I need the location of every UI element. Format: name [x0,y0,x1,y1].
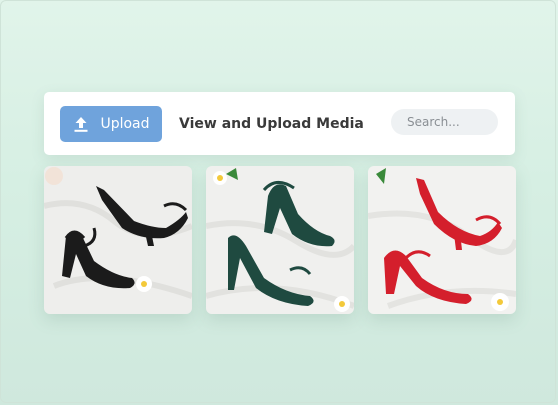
media-thumbnail-red-sandals[interactable] [368,166,516,314]
upload-button-label: Upload [100,115,150,132]
page-title: View and Upload Media [179,115,364,132]
upload-button[interactable]: Upload [60,105,162,142]
media-toolbar: Upload View and Upload Media Search... [44,92,515,155]
black-sandals-image [44,166,192,314]
green-sandals-image [206,166,354,314]
media-thumbnail-black-sandals[interactable] [44,166,192,314]
upload-icon [74,116,88,132]
search-input[interactable]: Search... [391,109,498,135]
search-placeholder: Search... [407,115,460,129]
media-thumbnail-green-sandals[interactable] [206,166,354,314]
red-sandals-image [368,166,516,314]
